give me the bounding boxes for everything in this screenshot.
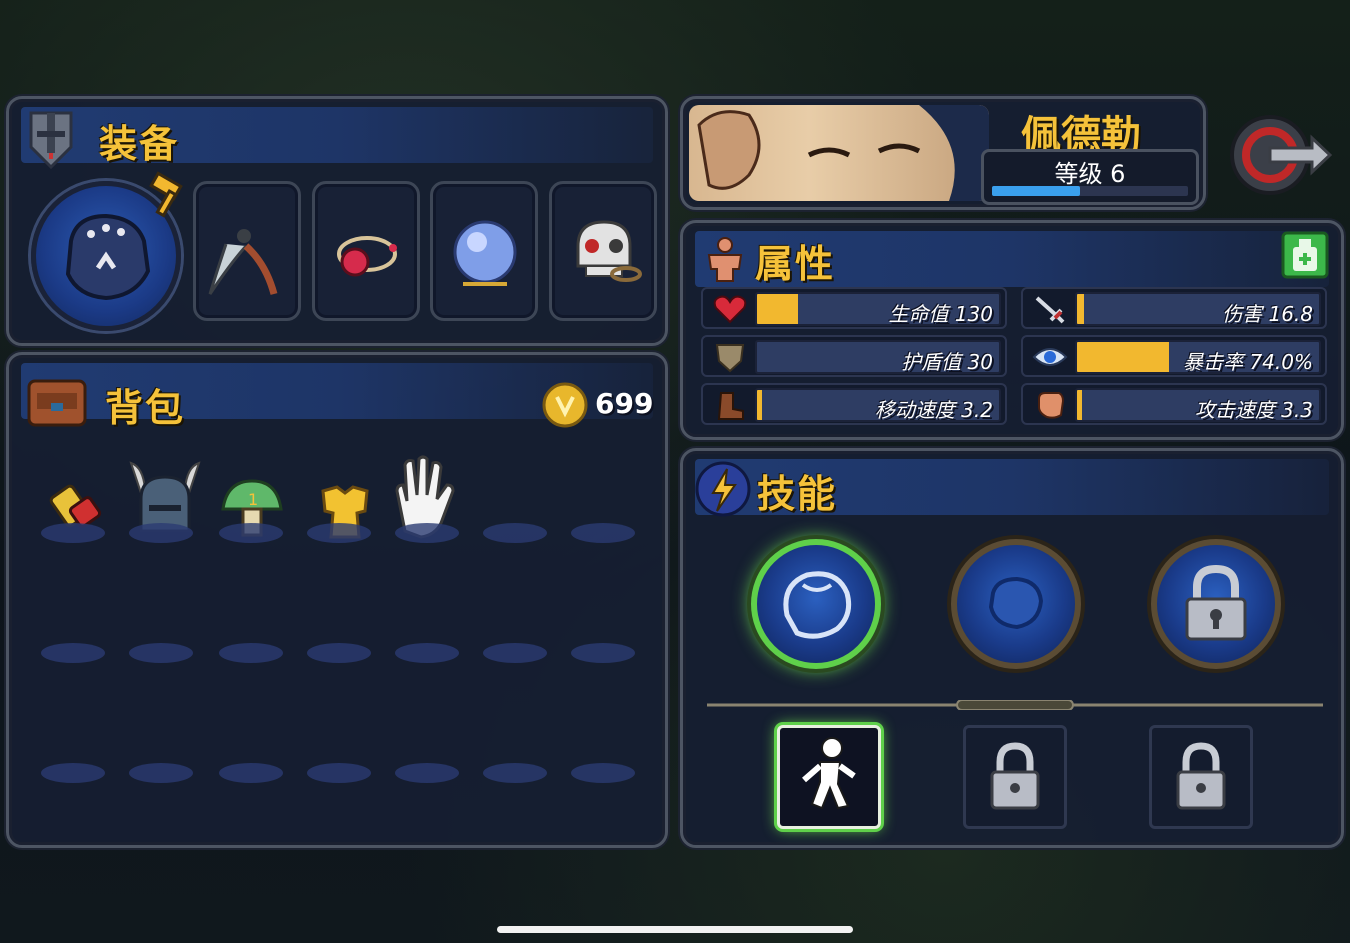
stat-move-speed: 移动速度 3.2 bbox=[701, 383, 1007, 425]
hero-face-icon bbox=[697, 105, 989, 201]
exit-arrow-icon bbox=[1230, 115, 1333, 195]
ruby-necklace-icon bbox=[337, 236, 397, 277]
backpack-slot[interactable] bbox=[307, 763, 371, 783]
health-fill bbox=[757, 294, 799, 324]
move-speed-fill bbox=[757, 390, 762, 420]
lightning-orb-icon bbox=[693, 459, 753, 523]
stat-attack-speed: 攻击速度 3.3 bbox=[1021, 383, 1327, 425]
equipment-title: 装备 bbox=[99, 122, 180, 166]
gold-coin-icon bbox=[541, 381, 589, 433]
backpack-slot[interactable] bbox=[307, 523, 371, 543]
stat-shield: 护盾值 30 bbox=[701, 335, 1007, 377]
running-man-icon bbox=[802, 737, 856, 810]
body-icon bbox=[701, 235, 749, 287]
crit-label: 暴击率 74.0% bbox=[1183, 350, 1313, 374]
backpack-slot[interactable] bbox=[219, 643, 283, 663]
attack-speed-bar: 攻击速度 3.3 bbox=[1075, 388, 1321, 422]
attributes-title: 属性 bbox=[755, 242, 836, 286]
skills-title: 技能 bbox=[757, 472, 838, 516]
backpack-slot[interactable] bbox=[129, 523, 193, 543]
backpack-slot[interactable] bbox=[219, 763, 283, 783]
crit-bar: 暴击率 74.0% bbox=[1075, 340, 1321, 374]
skull-ring-icon bbox=[576, 220, 642, 282]
scythe-icon bbox=[208, 229, 278, 295]
skill-slot-1[interactable] bbox=[751, 539, 881, 669]
potion-bottle-icon[interactable] bbox=[1279, 229, 1331, 285]
attributes-panel: 属性 生命值 130 伤害 16.8 护盾值 30 暴击率 74.0% 移动速度… bbox=[680, 220, 1344, 440]
damage-label: 伤害 16.8 bbox=[1222, 302, 1313, 326]
move-speed-bar: 移动速度 3.2 bbox=[755, 388, 1001, 422]
backpack-slot[interactable] bbox=[571, 763, 635, 783]
heart-icon bbox=[707, 293, 753, 325]
attack-speed-fill bbox=[1077, 390, 1082, 420]
health-bar: 生命值 130 bbox=[755, 292, 1001, 326]
crit-fill bbox=[1077, 342, 1169, 372]
coin-count: 699 bbox=[595, 387, 654, 420]
backpack-slot[interactable] bbox=[395, 643, 459, 663]
sword-icon bbox=[1027, 293, 1073, 325]
backpack-slot[interactable] bbox=[41, 523, 105, 543]
backpack-slot[interactable] bbox=[395, 763, 459, 783]
equip-slot-skull[interactable] bbox=[549, 181, 657, 321]
upgrade-hammer-icon[interactable] bbox=[143, 171, 193, 225]
backpack-slot[interactable] bbox=[219, 523, 283, 543]
backpack-slot[interactable] bbox=[571, 643, 635, 663]
damage-bar: 伤害 16.8 bbox=[1075, 292, 1321, 326]
helmet-icon bbox=[23, 107, 79, 175]
shield-icon bbox=[707, 341, 753, 373]
passive-skill-1[interactable] bbox=[777, 725, 881, 829]
equip-slot-scythe[interactable] bbox=[193, 181, 301, 321]
backpack-slot[interactable] bbox=[307, 643, 371, 663]
skills-panel: 技能 bbox=[680, 448, 1344, 848]
equip-slot-orb[interactable] bbox=[430, 181, 538, 321]
backpack-slot[interactable] bbox=[129, 763, 193, 783]
backpack-slot[interactable] bbox=[483, 523, 547, 543]
backpack-slot[interactable] bbox=[129, 643, 193, 663]
backpack-slot[interactable] bbox=[41, 643, 105, 663]
damage-fill bbox=[1077, 294, 1085, 324]
health-label: 生命值 130 bbox=[888, 302, 993, 326]
passive-skill-2-locked[interactable] bbox=[963, 725, 1067, 829]
attack-speed-label: 攻击速度 3.3 bbox=[1194, 398, 1313, 422]
backpack-slot[interactable] bbox=[483, 643, 547, 663]
skill-slot-3-locked[interactable] bbox=[1151, 539, 1281, 669]
crystal-orb-icon bbox=[453, 220, 517, 286]
move-speed-label: 移动速度 3.2 bbox=[874, 398, 993, 422]
hero-portrait bbox=[689, 105, 989, 201]
xp-fill bbox=[992, 186, 1081, 196]
xp-bar bbox=[992, 186, 1188, 196]
eye-icon bbox=[1027, 341, 1073, 373]
boot-icon bbox=[707, 389, 753, 421]
shield-label: 护盾值 30 bbox=[901, 350, 993, 374]
backpack-slot[interactable] bbox=[41, 763, 105, 783]
skill-slot-2[interactable] bbox=[951, 539, 1081, 669]
punch-skill-icon bbox=[783, 571, 852, 639]
exit-button[interactable] bbox=[1226, 110, 1334, 200]
lock-icon bbox=[1176, 742, 1226, 810]
backpack-panel: 背包 699 1 bbox=[6, 352, 668, 848]
lock-icon bbox=[1185, 564, 1247, 641]
stat-damage: 伤害 16.8 bbox=[1021, 287, 1327, 329]
passive-skill-3-locked[interactable] bbox=[1149, 725, 1253, 829]
lock-icon bbox=[990, 742, 1040, 810]
backpack-slot[interactable] bbox=[395, 523, 459, 543]
backpack-slot[interactable] bbox=[571, 523, 635, 543]
equipment-panel: 装备 bbox=[6, 96, 668, 346]
equip-slot-necklace[interactable] bbox=[312, 181, 420, 321]
stat-health: 生命值 130 bbox=[701, 287, 1007, 329]
backpack-slot[interactable] bbox=[483, 763, 547, 783]
skills-divider bbox=[707, 695, 1323, 711]
level-label: 等级 6 bbox=[1054, 160, 1126, 188]
backpack-icon bbox=[23, 373, 91, 435]
backpack-title: 背包 bbox=[105, 386, 186, 430]
level-box: 等级 6 bbox=[981, 149, 1199, 205]
fist-skill-icon bbox=[988, 576, 1044, 630]
game-scene: 装备 背包 699 1 佩德勒 等级 6 属性 生命值 130 伤害 16.8 … bbox=[0, 0, 1350, 943]
stat-crit: 暴击率 74.0% bbox=[1021, 335, 1327, 377]
shield-bar: 护盾值 30 bbox=[755, 340, 1001, 374]
fist-icon bbox=[1027, 389, 1073, 421]
home-indicator[interactable] bbox=[497, 926, 853, 933]
svg-text:1: 1 bbox=[248, 490, 258, 509]
hero-panel: 佩德勒 等级 6 bbox=[680, 96, 1206, 210]
